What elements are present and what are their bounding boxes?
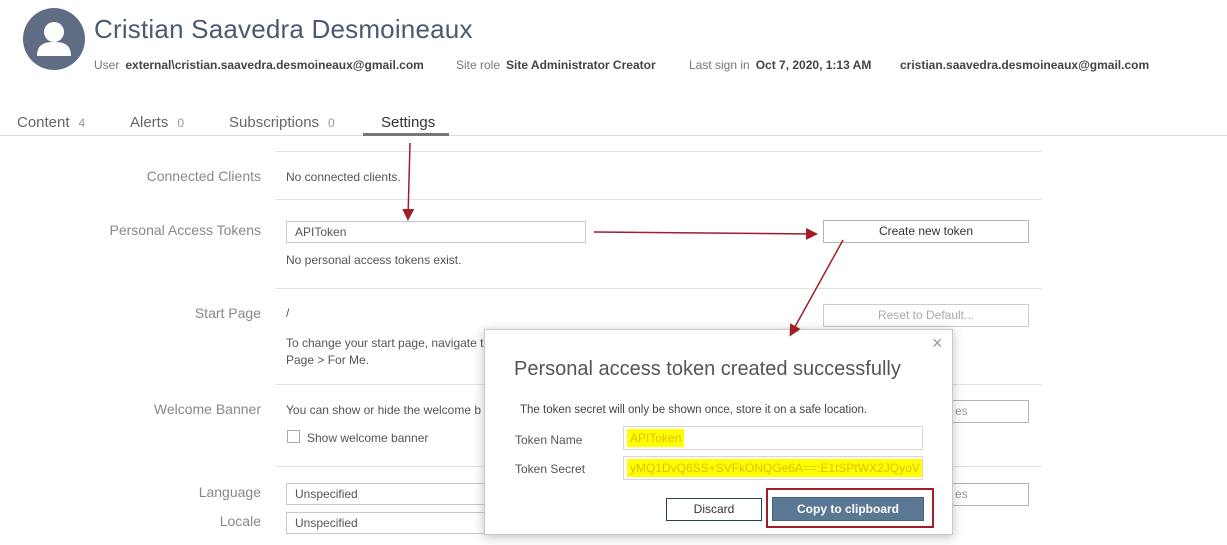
dialog-title: Personal access token created successful…	[514, 358, 901, 380]
close-icon[interactable]: ×	[932, 334, 943, 352]
copy-to-clipboard-button[interactable]: Copy to clipboard	[772, 497, 924, 521]
token-name-label: Token Name	[515, 433, 583, 447]
tab-content-label: Content	[17, 114, 70, 131]
last-sign-in-value: Oct 7, 2020, 1:13 AM	[755, 58, 872, 72]
tokens-label: Personal Access Tokens	[109, 222, 262, 238]
discard-button[interactable]: Discard	[666, 498, 762, 521]
user-info: User external\cristian.saavedra.desmoinea…	[94, 58, 424, 72]
last-sign-in-label: Last sign in	[689, 58, 750, 72]
token-name-input[interactable]: APIToken	[286, 221, 586, 243]
show-welcome-banner-label: Show welcome banner	[307, 431, 429, 445]
user-silhouette-icon	[37, 22, 71, 56]
site-role-value: Site Administrator Creator	[506, 58, 656, 72]
tab-subscriptions-count: 0	[328, 116, 335, 130]
language-select[interactable]: Unspecified	[286, 483, 486, 505]
tab-subscriptions-label: Subscriptions	[229, 114, 320, 131]
tab-alerts[interactable]: Alerts 0	[130, 114, 184, 131]
tab-subscriptions[interactable]: Subscriptions 0	[229, 114, 335, 131]
welcome-banner-button[interactable]: es	[940, 400, 1029, 423]
start-page-value: /	[286, 306, 290, 320]
arrow-to-token-input	[402, 142, 415, 221]
start-page-help-line2: Page > For Me.	[286, 353, 370, 367]
avatar	[23, 8, 85, 70]
site-role-info: Site role Site Administrator Creator	[456, 58, 656, 72]
tab-content-count: 4	[78, 116, 86, 130]
tab-settings[interactable]: Settings	[363, 114, 450, 136]
create-new-token-button[interactable]: Create new token	[823, 220, 1029, 243]
user-value: external\cristian.saavedra.desmoineaux@g…	[125, 58, 424, 72]
connected-clients-label: Connected Clients	[146, 168, 261, 184]
tab-alerts-count: 0	[177, 116, 185, 130]
tokens-empty-text: No personal access tokens exist.	[286, 253, 462, 267]
email-info: cristian.saavedra.desmoineaux@gmail.com	[900, 58, 1149, 72]
locale-label: Locale	[219, 513, 261, 529]
site-role-label: Site role	[456, 58, 501, 72]
token-name-value: APIToken	[627, 429, 685, 447]
connected-clients-text: No connected clients.	[286, 170, 401, 184]
token-secret-value: yMQ1DvQ6SS+SVFkONQGe6A==:E1tSPtWX2JQyoV	[627, 459, 922, 477]
start-page-help-line1: To change your start page, navigate t	[286, 336, 484, 350]
welcome-banner-label: Welcome Banner	[153, 401, 261, 417]
email-value: cristian.saavedra.desmoineaux@gmail.com	[900, 58, 1150, 72]
welcome-banner-text: You can show or hide the welcome b	[286, 403, 482, 417]
tab-alerts-label: Alerts	[130, 114, 169, 131]
user-name: Cristian Saavedra Desmoineaux	[94, 14, 473, 44]
last-sign-in-info: Last sign in Oct 7, 2020, 1:13 AM	[689, 58, 871, 72]
user-label: User	[94, 58, 120, 72]
language-label: Language	[198, 484, 261, 500]
token-secret-label: Token Secret	[515, 462, 586, 476]
dialog-note: The token secret will only be shown once…	[520, 404, 868, 416]
profile-tabs: Content 4 Alerts 0 Subscriptions 0 Settings	[0, 112, 1227, 136]
language-button[interactable]: es	[940, 483, 1029, 506]
divider	[276, 199, 1042, 200]
arrow-to-create-button	[593, 227, 818, 240]
tab-settings-label: Settings	[381, 114, 436, 131]
start-page-label: Start Page	[194, 305, 261, 321]
show-welcome-banner-checkbox[interactable]	[287, 430, 300, 443]
token-name-field[interactable]: APIToken	[623, 426, 923, 450]
token-created-dialog: × Personal access token created successf…	[484, 329, 953, 535]
divider	[276, 288, 1042, 289]
locale-select[interactable]: Unspecified	[286, 512, 486, 534]
divider	[276, 151, 1042, 152]
token-secret-field[interactable]: yMQ1DvQ6SS+SVFkONQGe6A==:E1tSPtWX2JQyoV	[623, 456, 923, 480]
tab-content[interactable]: Content 4	[17, 114, 85, 131]
reset-to-default-button[interactable]: Reset to Default...	[823, 304, 1029, 327]
